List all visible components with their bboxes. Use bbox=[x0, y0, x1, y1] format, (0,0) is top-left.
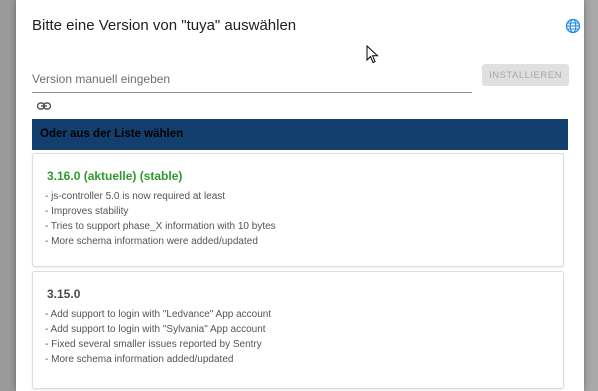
release-notes: - Add support to login with "Ledvance" A… bbox=[45, 307, 271, 367]
dialog-title: Bitte eine Version von "tuya" auswählen bbox=[32, 17, 297, 34]
note-item: - More schema information were added/upd… bbox=[45, 236, 258, 247]
note-item: - Tries to support phase_X information w… bbox=[45, 221, 276, 232]
note-item: - Fixed several smaller issues reported … bbox=[45, 339, 262, 350]
install-button[interactable]: INSTALLIEREN bbox=[482, 64, 569, 86]
note-item: - js-controller 5.0 is now required at l… bbox=[45, 191, 226, 202]
note-item: - Add support to login with "Ledvance" A… bbox=[45, 309, 272, 320]
version-input[interactable] bbox=[32, 66, 472, 93]
version-title: 3.16.0 (aktuelle) (stable) bbox=[47, 169, 183, 183]
globe-icon[interactable] bbox=[565, 18, 581, 34]
note-item: - Add support to login with "Sylvania" A… bbox=[45, 324, 266, 335]
version-card[interactable]: 3.15.0 - Add support to login with "Ledv… bbox=[32, 271, 564, 389]
note-item: - More schema information added/updated bbox=[45, 354, 234, 365]
version-card-current[interactable]: 3.16.0 (aktuelle) (stable) - js-controll… bbox=[32, 153, 564, 267]
link-icon[interactable] bbox=[36, 98, 52, 114]
version-title: 3.15.0 bbox=[47, 287, 81, 301]
version-select-dialog: Bitte eine Version von "tuya" auswählen … bbox=[16, 0, 584, 391]
note-item: - Improves stability bbox=[45, 206, 129, 217]
backdrop-right bbox=[584, 0, 598, 391]
backdrop-left bbox=[0, 0, 16, 391]
release-notes: - js-controller 5.0 is now required at l… bbox=[45, 189, 276, 249]
list-header: Oder aus der Liste wählen bbox=[32, 119, 568, 150]
mouse-cursor-icon bbox=[366, 45, 379, 64]
